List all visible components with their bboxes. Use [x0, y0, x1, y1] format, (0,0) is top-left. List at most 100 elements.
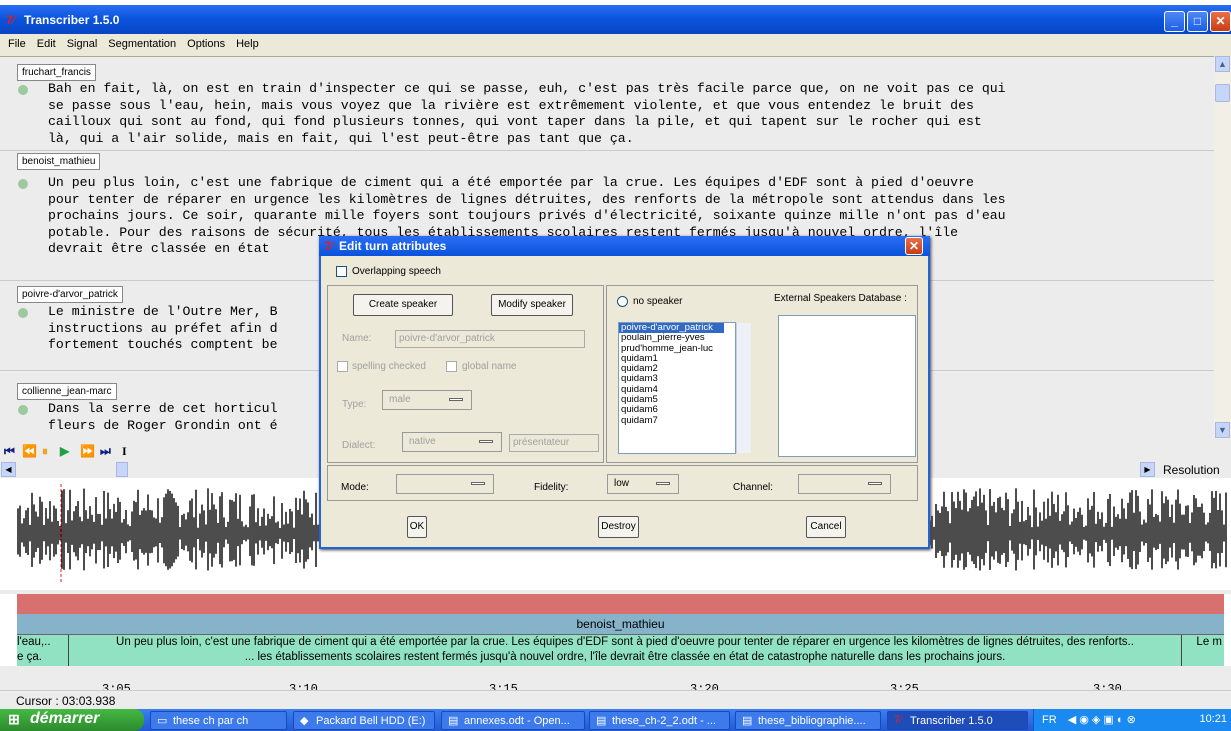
transcription-segments[interactable]: l'eau,.. e ça. Un peu plus loin, c'est u… — [17, 634, 1224, 667]
menu-edit[interactable]: Edit — [29, 34, 59, 50]
task-drive[interactable]: ◆ Packard Bell HDD (E:) — [293, 711, 435, 730]
segment-current[interactable]: Un peu plus loin, c'est une fabrique de … — [69, 635, 1181, 665]
section-segment[interactable] — [17, 594, 1224, 614]
fidelity-select[interactable]: low — [607, 474, 679, 494]
turn-bullet[interactable] — [18, 85, 28, 95]
resolution-label[interactable]: Resolution — [1163, 463, 1220, 477]
vertical-scrollbar[interactable]: ▲ ▼ — [1214, 56, 1231, 439]
type-label: Type: — [342, 399, 367, 410]
cursor-tool-icon[interactable]: I — [122, 444, 127, 459]
clock: 10:21 — [1199, 713, 1227, 725]
document-icon: ▤ — [448, 715, 459, 727]
turn-text[interactable]: Bah en fait, là, on est en train d'inspe… — [48, 81, 1006, 147]
global-name-label: global name — [462, 361, 517, 372]
scroll-down-icon[interactable]: ▼ — [1215, 422, 1230, 438]
turn-bullet[interactable] — [18, 179, 28, 189]
menu-file[interactable]: File — [0, 34, 29, 50]
app-icon: 7⁄ — [6, 13, 15, 27]
turn-bullet[interactable] — [18, 308, 28, 318]
segment-next[interactable]: Le m — [1181, 635, 1224, 667]
task-folder[interactable]: ▭ these ch par ch — [150, 711, 287, 730]
task-transcriber[interactable]: 7⁄ Transcriber 1.5.0 — [887, 711, 1028, 730]
menu-bar: File Edit Signal Segmentation Options Help — [0, 34, 1231, 56]
overlapping-label: Overlapping speech — [352, 266, 441, 277]
no-speaker-label: no speaker — [633, 296, 683, 307]
speaker-list[interactable]: poivre-d'arvor_patrick poulain_pierre-yv… — [618, 322, 751, 454]
window-title: Transcriber 1.5.0 — [24, 13, 120, 27]
menu-help[interactable]: Help — [228, 34, 262, 50]
tray-icons[interactable]: ◀ ◉ ◈ ▣ ◐ ⊗ — [1068, 714, 1136, 726]
accent-field[interactable]: présentateur — [509, 434, 599, 452]
pause-icon[interactable]: ⏸ — [42, 444, 48, 459]
menu-signal[interactable]: Signal — [59, 34, 101, 50]
turn-bullet[interactable] — [18, 405, 28, 415]
maximize-button[interactable]: □ — [1187, 11, 1208, 32]
edit-turn-dialog: 7⁄ Edit turn attributes ✕ Overlapping sp… — [319, 236, 930, 549]
scroll-thumb[interactable] — [1215, 84, 1230, 102]
task-these-ch2[interactable]: ▤ these_ch-2_2.odt - ... — [589, 711, 730, 730]
channel-label: Channel: — [733, 482, 774, 493]
play-icon[interactable]: ▶ — [60, 444, 69, 458]
rewind-icon[interactable]: ⏪ — [22, 444, 37, 458]
dialog-title: Edit turn attributes — [339, 239, 447, 253]
dialect-label: Dialect: — [342, 440, 376, 451]
speaker-tag[interactable]: collienne_jean-marc — [17, 383, 117, 400]
spelling-checkbox[interactable] — [337, 361, 348, 372]
transcriber-icon: 7⁄ — [894, 714, 902, 726]
channel-select[interactable] — [798, 474, 891, 494]
spelling-label: spelling checked — [352, 361, 426, 372]
global-name-checkbox[interactable] — [446, 361, 457, 372]
minimize-button[interactable]: _ — [1164, 11, 1185, 32]
close-button[interactable]: ✕ — [1210, 11, 1231, 32]
segment-previous[interactable]: l'eau,.. e ça. — [17, 635, 69, 667]
mode-select[interactable] — [396, 474, 494, 494]
forward-end-icon[interactable]: ⏭ — [100, 444, 111, 459]
windows-flag-icon: ⊞ — [8, 711, 20, 727]
overlapping-checkbox[interactable] — [336, 266, 347, 277]
ok-button[interactable]: OK — [407, 516, 427, 538]
list-scrollbar[interactable] — [736, 323, 751, 453]
list-item[interactable]: quidam7 — [619, 415, 735, 426]
dialog-close-button[interactable]: ✕ — [905, 237, 923, 255]
taskbar: ⊞ démarrer ▭ these ch par ch ◆ Packard Bell… — [0, 709, 1231, 731]
type-select[interactable]: male — [382, 390, 472, 410]
rewind-start-icon[interactable]: ⏮ — [4, 444, 15, 459]
cursor-status: Cursor : 03:03.938 — [0, 690, 1231, 709]
task-bibliographie[interactable]: ▤ these_bibliographie.... — [735, 711, 881, 730]
folder-icon: ▭ — [157, 715, 168, 727]
fidelity-label: Fidelity: — [534, 482, 569, 493]
app-icon: 7⁄ — [324, 239, 333, 253]
document-icon: ▤ — [742, 715, 753, 727]
scroll-thumb[interactable] — [116, 462, 128, 477]
language-indicator[interactable]: FR — [1042, 714, 1057, 726]
dialect-select[interactable]: native — [402, 432, 502, 452]
scroll-up-icon[interactable]: ▲ — [1215, 56, 1230, 72]
cancel-button[interactable]: Cancel — [806, 516, 846, 538]
destroy-button[interactable]: Destroy — [598, 516, 639, 538]
timeline: 3:05 3:10 3:15 3:20 3:25 3:30 — [0, 666, 1231, 696]
speaker-tag[interactable]: fruchart_francis — [17, 64, 96, 81]
drive-icon: ◆ — [300, 715, 309, 727]
forward-icon[interactable]: ⏩ — [80, 444, 95, 458]
external-db-label: External Speakers Database : — [774, 293, 907, 304]
name-label: Name: — [342, 333, 372, 344]
name-field[interactable]: poivre-d'arvor_patrick — [395, 330, 585, 348]
task-annexes[interactable]: ▤ annexes.odt - Open... — [441, 711, 585, 730]
create-speaker-button[interactable]: Create speaker — [353, 294, 453, 316]
external-db-list[interactable] — [778, 315, 916, 457]
speaker-segment[interactable]: benoist_mathieu — [17, 614, 1224, 634]
title-bar: 7⁄ Transcriber 1.5.0 _ □ ✕ — [0, 5, 1231, 34]
turn-separator — [0, 150, 1214, 151]
modify-speaker-button[interactable]: Modify speaker — [491, 294, 573, 316]
menu-segmentation[interactable]: Segmentation — [100, 34, 179, 50]
no-speaker-radio[interactable] — [617, 296, 628, 307]
system-tray: FR ◀ ◉ ◈ ▣ ◐ ⊗ 10:21 — [1033, 709, 1231, 731]
dialog-title-bar: 7⁄ Edit turn attributes ✕ — [319, 236, 930, 256]
speaker-tag[interactable]: benoist_mathieu — [17, 153, 101, 170]
start-button[interactable]: ⊞ démarrer — [0, 709, 144, 731]
scroll-right-icon[interactable]: ▶ — [1140, 462, 1155, 477]
menu-options[interactable]: Options — [179, 34, 228, 50]
scroll-left-icon[interactable]: ◀ — [1, 462, 16, 477]
speaker-tag[interactable]: poivre-d'arvor_patrick — [17, 286, 123, 303]
document-icon: ▤ — [596, 715, 607, 727]
